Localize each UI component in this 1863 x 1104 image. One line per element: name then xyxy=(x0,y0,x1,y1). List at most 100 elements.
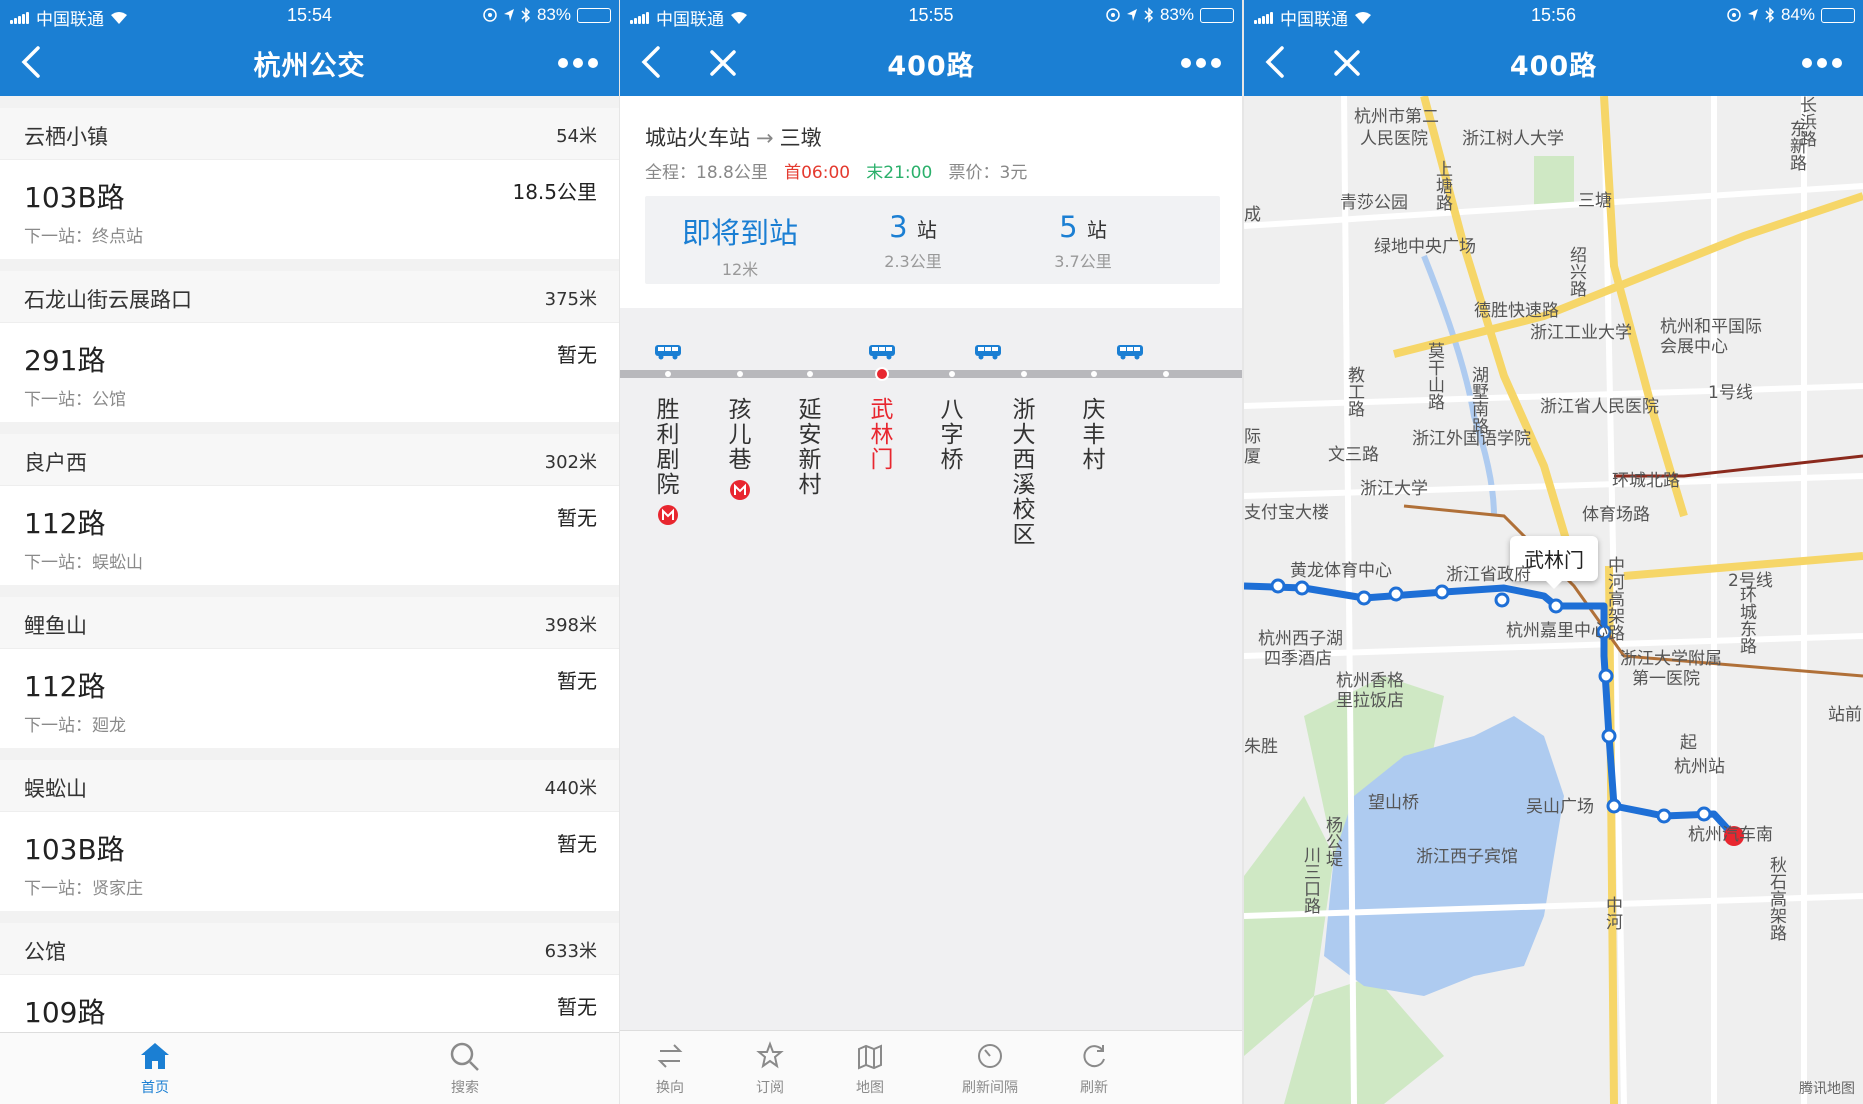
status-right: 84% xyxy=(1727,5,1855,25)
map-canvas[interactable] xyxy=(1244,96,1863,1104)
map-label: 杭州汽车南 xyxy=(1688,825,1773,845)
more-icon[interactable] xyxy=(1801,56,1843,70)
tab-home-label: 首页 xyxy=(141,1080,169,1096)
map-label: 杭州嘉里中心 xyxy=(1506,621,1608,641)
stop-name: 蜈蚣山 xyxy=(24,777,87,801)
stop-header[interactable]: 鲤鱼山 398米 xyxy=(0,597,619,649)
route-stop-name[interactable]: 八 字 桥 xyxy=(938,398,966,473)
location-icon xyxy=(483,8,497,22)
route-stop-name[interactable]: 孩 儿 巷 xyxy=(726,398,754,501)
battery-icon xyxy=(1200,7,1234,23)
bus-icon xyxy=(975,345,1001,360)
stop-group: 鲤鱼山 398米 112路 暂无下一站：廻龙 xyxy=(0,597,619,748)
stop-header[interactable]: 石龙山街云展路口 375米 xyxy=(0,271,619,323)
route-stop-label: 庆 丰 村 xyxy=(1082,397,1106,473)
map-label: 三塘 xyxy=(1578,191,1612,211)
route-stop-label: 孩 儿 巷 xyxy=(728,397,752,473)
route-stop-dot xyxy=(737,371,743,377)
route-stop-name[interactable]: 武 林 门 xyxy=(868,398,896,473)
stop-group: 公馆 633米 109路 暂无 xyxy=(0,923,619,1032)
stop-header[interactable]: 蜈蚣山 440米 xyxy=(0,760,619,812)
tab-search[interactable]: 搜索 xyxy=(405,1041,525,1097)
total-distance: 18.8公里 xyxy=(696,163,768,183)
route-map[interactable]: 武林门 杭州市第二 人民医院 浙江树人大学 长浜路 东新路 青莎公园 上塘路 三塘成绿地中央广… xyxy=(1244,96,1863,1104)
toolbar-map-button[interactable]: 地图 xyxy=(820,1041,920,1097)
stop-distance: 633米 xyxy=(544,941,597,962)
total-label: 全程： xyxy=(645,163,696,183)
route-origin: 城站火车站 xyxy=(645,126,750,150)
map-icon xyxy=(858,1044,882,1070)
route-destination: 三墩 xyxy=(779,126,822,150)
route-stop-label: 八 字 桥 xyxy=(940,397,964,473)
star-icon xyxy=(756,1041,784,1069)
route-stop-name[interactable]: 胜 利 剧 院 xyxy=(654,398,682,526)
route-status: 暂无 xyxy=(557,343,597,367)
stop-distance: 302米 xyxy=(544,452,597,473)
route-row[interactable]: 112路 暂无 下一站：蜈蚣山 xyxy=(0,486,619,585)
route-row[interactable]: 291路 暂无 下一站：公馆 xyxy=(0,323,619,422)
tab-home[interactable]: 首页 xyxy=(95,1041,215,1097)
toolbar-refresh-button[interactable]: 刷新 xyxy=(1044,1041,1144,1097)
route-stop-name[interactable]: 延 安 新 村 xyxy=(796,398,824,498)
more-icon[interactable] xyxy=(557,56,599,70)
stop-name: 鲤鱼山 xyxy=(24,614,87,638)
route-stop-label: 延 安 新 村 xyxy=(798,397,822,498)
map-label: 杭州站 xyxy=(1674,757,1725,777)
route-status: 暂无 xyxy=(557,832,597,856)
stop-header[interactable]: 良户西 302米 xyxy=(0,434,619,486)
route-name: 112路 xyxy=(24,670,106,703)
route-stop-label: 武 林 门 xyxy=(870,397,894,473)
status-bar: 中国联通 15:55 83% xyxy=(620,0,1242,30)
map-label: 青莎公园 xyxy=(1340,193,1408,213)
stop-header[interactable]: 云栖小镇 54米 xyxy=(0,108,619,160)
route-name: 103B路 xyxy=(24,181,125,214)
more-icon[interactable] xyxy=(1180,56,1222,70)
route-line xyxy=(620,370,1242,378)
map-label: 杨公堤 xyxy=(1322,816,1342,867)
toolbar-star-button[interactable]: 订阅 xyxy=(720,1041,820,1097)
first-bus-time: 06:00 xyxy=(801,163,851,183)
nearby-stops-screen: 中国联通 15:54 83% 杭州公交 云栖小镇 54米 103B路 18.5公里 下一… xyxy=(0,0,619,1104)
route-stop-dot xyxy=(1021,371,1027,377)
bluetooth-icon xyxy=(521,7,531,23)
map-label: 绍兴路 xyxy=(1566,246,1586,297)
stop-name: 石龙山街云展路口 xyxy=(24,288,192,312)
route-status: 暂无 xyxy=(557,669,597,693)
arrival-1: 即将到站 12米 xyxy=(650,210,830,280)
last-bus-time: 21:00 xyxy=(883,163,933,183)
route-map-screen: 中国联通 15:56 84% 400路 武林门 杭州市第二 人民医院 浙江树人大… xyxy=(1244,0,1863,1104)
route-toolbar: 换向 订阅 地图 刷新间隔 刷新 xyxy=(620,1030,1242,1104)
route-stop-name[interactable]: 浙 大 西 溪 校 区 xyxy=(1010,398,1038,548)
battery-icon xyxy=(1821,7,1855,23)
toolbar-swap-button[interactable]: 换向 xyxy=(620,1041,720,1097)
status-bar: 中国联通 15:56 84% xyxy=(1244,0,1863,30)
route-row[interactable]: 112路 暂无下一站：廻龙 xyxy=(0,649,619,748)
route-row[interactable]: 103B路 18.5公里 下一站：终点站 xyxy=(0,160,619,259)
map-label: 环城北路 xyxy=(1612,471,1680,491)
bus-icon xyxy=(655,345,681,360)
map-label: 1号线 xyxy=(1708,383,1753,403)
route-row[interactable]: 109路 暂无 xyxy=(0,975,619,1032)
map-label: 人民医院 xyxy=(1360,129,1428,149)
route-stop-name[interactable]: 庆 丰 村 xyxy=(1080,398,1108,473)
nav-bar: 400路 xyxy=(620,30,1242,96)
route-stop-dot xyxy=(875,367,889,381)
route-stops[interactable]: 胜 利 剧 院孩 儿 巷延 安 新 村武 林 门八 字 桥浙 大 西 溪 校 区… xyxy=(620,308,1242,1030)
route-detail-screen: 中国联通 15:55 83% 400路 城站火车站 → 三墩 全程：18.8公里 首… xyxy=(620,0,1242,1104)
route-stop-dot xyxy=(949,371,955,377)
route-row[interactable]: 103B路 暂无 下一站：贤家庄 xyxy=(0,812,619,911)
map-watermark: 腾讯地图 xyxy=(1799,1081,1855,1097)
arrival-3-stops: 5 xyxy=(1059,210,1078,244)
next-stop: 下一站：终点站 xyxy=(24,227,143,247)
map-label: 站前 xyxy=(1828,705,1862,725)
stop-distance: 440米 xyxy=(544,778,597,799)
metro-icon xyxy=(730,480,750,500)
toolbar-timer-button[interactable]: 刷新间隔 xyxy=(940,1041,1040,1097)
toolbar-label: 换向 xyxy=(656,1080,684,1096)
stop-header[interactable]: 公馆 633米 xyxy=(0,923,619,975)
next-stop: 下一站：廻龙 xyxy=(24,716,126,736)
arrival-2-distance: 2.3公里 xyxy=(884,252,942,271)
toolbar-label: 刷新 xyxy=(1080,1080,1108,1096)
map-label: 成 xyxy=(1244,205,1261,225)
map-label: 文三路 xyxy=(1328,445,1379,465)
